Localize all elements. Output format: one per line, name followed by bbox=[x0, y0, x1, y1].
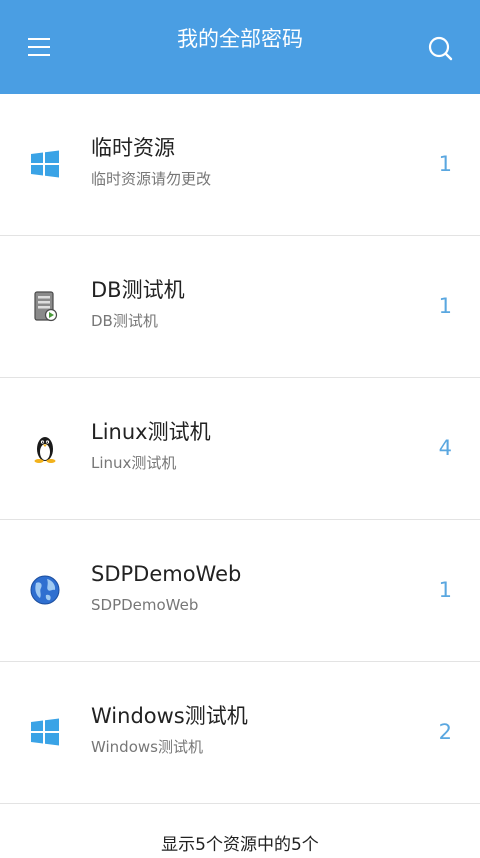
linux-penguin-icon bbox=[28, 431, 62, 465]
search-icon bbox=[428, 36, 453, 61]
resource-summary: 显示5个资源中的5个 bbox=[161, 835, 319, 855]
search-button[interactable] bbox=[426, 34, 456, 64]
resource-list: 临时资源 临时资源请勿更改 1 DB测试机 DB测试机 1 Linux测试机 L… bbox=[0, 94, 480, 804]
resource-subtitle: 临时资源请勿更改 bbox=[91, 170, 212, 188]
resource-title: Linux测试机 bbox=[91, 420, 211, 444]
password-count: 1 bbox=[438, 152, 452, 176]
resource-row[interactable]: Linux测试机 Linux测试机 4 bbox=[0, 378, 480, 520]
windows-icon bbox=[28, 715, 62, 749]
password-count: 1 bbox=[438, 578, 452, 602]
resource-subtitle: SDPDemoWeb bbox=[91, 596, 199, 614]
app-header: 我的全部密码 bbox=[0, 0, 480, 94]
page-title: 我的全部密码 bbox=[177, 27, 303, 51]
password-count: 4 bbox=[438, 436, 452, 460]
resource-subtitle: DB测试机 bbox=[91, 312, 158, 330]
resource-row[interactable]: DB测试机 DB测试机 1 bbox=[0, 236, 480, 378]
resource-row[interactable]: 临时资源 临时资源请勿更改 1 bbox=[0, 94, 480, 236]
resource-subtitle: Linux测试机 bbox=[91, 454, 177, 472]
resource-title: Windows测试机 bbox=[91, 704, 248, 728]
resource-row[interactable]: Windows测试机 Windows测试机 2 bbox=[0, 662, 480, 804]
resource-row[interactable]: SDPDemoWeb SDPDemoWeb 1 bbox=[0, 520, 480, 662]
resource-title: 临时资源 bbox=[91, 136, 175, 160]
resource-title: DB测试机 bbox=[91, 278, 185, 302]
resource-subtitle: Windows测试机 bbox=[91, 738, 203, 756]
globe-icon bbox=[28, 573, 62, 607]
windows-icon bbox=[28, 147, 62, 181]
password-count: 2 bbox=[438, 720, 452, 744]
resource-title: SDPDemoWeb bbox=[91, 562, 242, 586]
database-server-icon bbox=[28, 289, 62, 323]
password-count: 1 bbox=[438, 294, 452, 318]
